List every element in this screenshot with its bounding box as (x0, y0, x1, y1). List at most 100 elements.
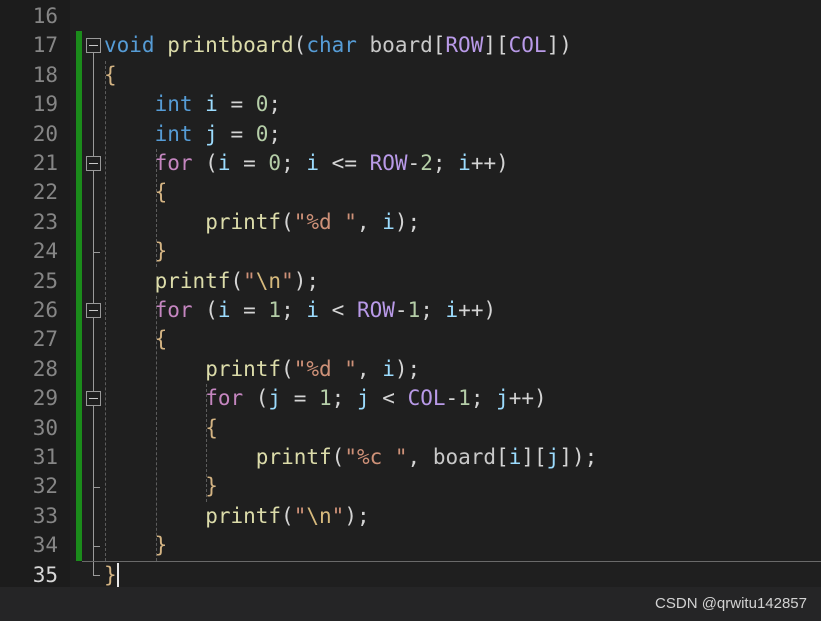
code-token: ]); (559, 445, 598, 469)
code-token: { (104, 62, 117, 87)
code-token: " (293, 503, 307, 528)
code-token: [ (496, 445, 509, 469)
code-token: j (268, 386, 282, 411)
code-token: 0 (255, 121, 269, 146)
code-token: ( (331, 445, 345, 469)
code-line[interactable]: { (205, 414, 218, 443)
code-token: ( (230, 268, 244, 293)
code-token: 1 (407, 298, 421, 322)
code-token: ); (344, 503, 370, 528)
code-token: char (306, 33, 370, 58)
code-token: i (306, 151, 320, 175)
code-token: ); (293, 268, 320, 293)
code-token: ROW (369, 151, 408, 175)
code-token: ; (281, 151, 307, 175)
code-token: ; (470, 386, 497, 411)
code-token: board (432, 445, 497, 469)
code-token: ; (432, 151, 459, 175)
code-token: 0 (268, 151, 282, 175)
code-token: { (154, 180, 168, 205)
code-token: for (154, 298, 206, 322)
code-token: } (154, 239, 168, 264)
code-editor[interactable]: 16 17 18 19 20 21 22 23 24 25 26 27 28 29 30 31 32 33 34 35… (0, 0, 821, 621)
code-line[interactable]: } (155, 237, 168, 266)
code-line[interactable]: } (155, 531, 168, 560)
code-token: { (154, 327, 168, 352)
code-token: ][ (521, 445, 547, 469)
code-token: } (104, 562, 117, 587)
code-token: ++) (458, 298, 497, 322)
code-token: { (205, 415, 218, 440)
code-token: ; (420, 298, 446, 322)
code-token: i (382, 356, 395, 381)
code-token: \n (255, 268, 282, 293)
code-token: void (104, 33, 168, 58)
code-line[interactable]: printf("\n"); (205, 502, 369, 531)
code-token: "%c " (344, 445, 408, 469)
code-line[interactable]: printf("\n"); (155, 267, 319, 296)
code-token: printf (205, 209, 282, 234)
code-line[interactable]: printf("%d ", i); (205, 355, 420, 384)
code-token: j (356, 386, 370, 411)
code-token: i (508, 445, 522, 469)
code-token: 0 (255, 92, 269, 117)
code-token: , (356, 209, 383, 234)
code-token: [ (432, 33, 446, 58)
code-token: j (546, 445, 560, 469)
code-token: = (230, 151, 269, 175)
code-token: , (407, 445, 433, 469)
code-line[interactable]: void printboard(char board[ROW][COL]) (104, 31, 572, 60)
code-token: - (394, 298, 408, 322)
code-token: ( (255, 386, 269, 411)
code-token: printboard (167, 33, 294, 58)
code-token: \n (306, 503, 332, 528)
code-token: i (382, 209, 395, 234)
code-content[interactable]: void printboard(char board[ROW][COL]){in… (0, 0, 821, 587)
code-token: = (217, 121, 256, 146)
code-token: i (306, 298, 320, 322)
code-token: printf (205, 356, 282, 381)
code-token: printf (255, 445, 332, 469)
code-token: , (356, 356, 383, 381)
code-token: < (319, 298, 357, 322)
code-token: 1 (268, 298, 282, 322)
code-token: ( (205, 298, 218, 322)
code-token: <= (319, 151, 370, 175)
code-token: ( (293, 33, 307, 58)
code-token: COL (407, 386, 446, 411)
code-token: ]) (546, 33, 572, 58)
code-line[interactable]: for (i = 0; i <= ROW-2; i++) (155, 149, 509, 178)
code-line[interactable]: { (155, 178, 168, 207)
code-token: int (154, 92, 206, 117)
code-token: ( (205, 151, 218, 175)
code-line[interactable]: for (i = 1; i < ROW-1; i++) (155, 296, 497, 325)
code-line[interactable]: { (155, 325, 168, 354)
code-token: " (281, 268, 294, 293)
code-token: printf (154, 268, 231, 293)
code-token: ++) (470, 151, 509, 175)
code-token: ; (268, 92, 282, 117)
code-line[interactable]: for (j = 1; j < COL-1; j++) (205, 384, 547, 413)
code-token: for (205, 386, 256, 411)
code-token: ( (281, 503, 294, 528)
code-token: ROW (445, 33, 484, 58)
code-token: ( (281, 356, 294, 381)
code-line[interactable]: int i = 0; (155, 90, 281, 119)
code-token: ; (331, 386, 357, 411)
code-token: " (331, 503, 345, 528)
code-token: 1 (458, 386, 471, 411)
watermark-bar: CSDN @qrwitu142857 (0, 587, 821, 621)
code-token: ; (281, 298, 307, 322)
code-token: " (243, 268, 256, 293)
code-token: ); (394, 356, 421, 381)
code-line[interactable]: { (104, 61, 117, 90)
code-line[interactable]: } (205, 472, 218, 501)
code-line[interactable]: } (104, 561, 117, 590)
code-line[interactable]: printf("%c ", board[i][j]); (256, 443, 597, 472)
code-token: } (154, 533, 168, 558)
code-token: printf (205, 503, 282, 528)
code-token: - (445, 386, 459, 411)
code-token: for (154, 151, 206, 175)
code-line[interactable]: int j = 0; (155, 120, 281, 149)
code-line[interactable]: printf("%d ", i); (205, 208, 420, 237)
